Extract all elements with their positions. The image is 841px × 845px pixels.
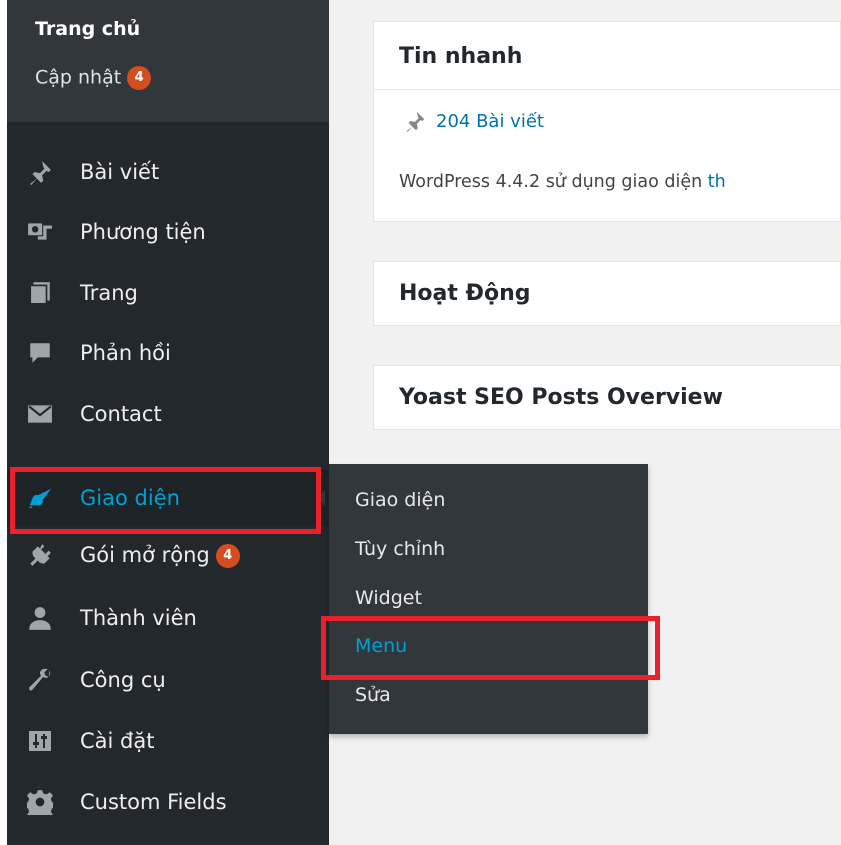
theme-link[interactable]: th (708, 172, 726, 192)
wrench-icon (27, 667, 53, 693)
dashboard-submenu: Trang chủ Cập nhật 4 (7, 0, 329, 122)
activity-widget: Hoạt Động (373, 261, 841, 326)
sidebar-item-label: Thành viên (80, 606, 197, 630)
flyout-item-widgets[interactable]: Widget (355, 587, 422, 609)
widget-title[interactable]: Yoast SEO Posts Overview (399, 385, 723, 410)
sidebar-item-label: Contact (80, 402, 162, 426)
envelope-icon (27, 401, 53, 427)
sidebar-item-label: Gói mở rộng 4 (80, 543, 240, 568)
highlight-box-appearance (10, 467, 321, 534)
widget-title[interactable]: Hoạt Động (399, 281, 531, 306)
comment-icon (27, 340, 53, 366)
yoast-widget: Yoast SEO Posts Overview (373, 365, 841, 430)
sidebar-item-tools[interactable]: Công cụ (7, 652, 329, 708)
sidebar-item-custom-fields[interactable]: Custom Fields (7, 774, 329, 830)
posts-count-label: 204 Bài viết (436, 110, 544, 132)
submenu-updates[interactable]: Cập nhật 4 (35, 66, 152, 90)
version-info: WordPress 4.4.2 sử dụng giao diện th (399, 172, 726, 192)
sidebar-item-label: Custom Fields (80, 790, 227, 814)
flyout-item-themes[interactable]: Giao diện (355, 489, 445, 511)
settings-sliders-icon (27, 728, 53, 754)
appearance-flyout-submenu: Giao diện Tùy chỉnh Widget Menu Sửa (329, 464, 648, 734)
sidebar-item-label: Phản hồi (80, 341, 171, 365)
sidebar-item-media[interactable]: Phương tiện (7, 204, 329, 260)
divider (374, 89, 840, 90)
pushpin-icon (27, 159, 53, 185)
sidebar-item-posts[interactable]: Bài viết (7, 144, 329, 200)
sidebar-item-plugins[interactable]: Gói mở rộng 4 (7, 527, 329, 583)
sidebar-item-contact[interactable]: Contact (7, 386, 329, 442)
pages-icon (27, 280, 53, 306)
plugin-icon (27, 542, 53, 568)
updates-label: Cập nhật (35, 66, 122, 89)
pushpin-icon (404, 110, 426, 132)
plugin-update-badge: 4 (215, 543, 240, 568)
sidebar-item-users[interactable]: Thành viên (7, 590, 329, 646)
flyout-item-customize[interactable]: Tùy chỉnh (355, 538, 445, 560)
flyout-item-editor[interactable]: Sửa (355, 684, 391, 706)
gear-icon (27, 789, 53, 815)
sidebar-item-label: Bài viết (80, 160, 160, 184)
highlight-box-menu (321, 616, 660, 680)
update-count-badge: 4 (127, 66, 152, 90)
admin-sidebar: Trang chủ Cập nhật 4 Bài viết Phương tiện… (7, 0, 329, 845)
sidebar-item-label: Công cụ (80, 668, 166, 692)
posts-count-link[interactable]: 204 Bài viết (404, 110, 544, 132)
media-icon (27, 219, 53, 245)
sidebar-item-pages[interactable]: Trang (7, 265, 329, 321)
sidebar-item-label: Cài đặt (80, 729, 155, 753)
sidebar-item-label: Trang (80, 281, 138, 305)
version-text: WordPress 4.4.2 sử dụng giao diện (399, 172, 708, 192)
at-a-glance-widget: Tin nhanh 204 Bài viết WordPress 4.4.2 s… (373, 21, 841, 222)
user-icon (27, 605, 53, 631)
widget-title: Tin nhanh (399, 44, 523, 69)
sidebar-item-comments[interactable]: Phản hồi (7, 325, 329, 381)
sidebar-item-settings[interactable]: Cài đặt (7, 713, 329, 769)
sidebar-item-label: Phương tiện (80, 220, 206, 244)
submenu-home[interactable]: Trang chủ (35, 18, 140, 40)
